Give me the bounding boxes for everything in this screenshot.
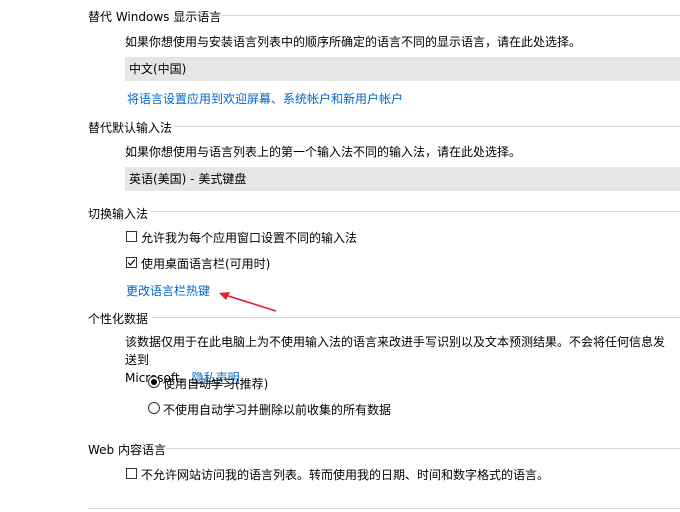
section-divider [166,448,680,449]
display-language-description: 如果你想使用与安装语言列表中的顺序所确定的语言不同的显示语言，请在此处选择。 [125,35,582,49]
annotation-arrow-icon [219,292,277,312]
block-website-language-label: 不允许网站访问我的语言列表。转而使用我的日期、时间和数字格式的语言。 [141,468,550,482]
section-divider [152,317,680,318]
default-input-dropdown[interactable]: 英语(美国) - 美式键盘 [125,167,680,191]
section-title-switch-input: 切换输入法 [88,207,149,221]
section-divider [218,15,680,16]
section-title-personalization: 个性化数据 [88,312,149,326]
apply-language-settings-link[interactable]: 将语言设置应用到欢迎屏幕、系统帐户和新用户帐户 [127,90,403,107]
desktop-language-bar-checkbox[interactable] [126,257,137,268]
change-language-bar-hotkeys-link[interactable]: 更改语言栏热键 [126,282,210,299]
default-input-selected: 英语(美国) - 美式键盘 [129,172,247,186]
per-app-input-label: 允许我为每个应用窗口设置不同的输入法 [141,231,358,245]
auto-learning-label: 使用自动学习(推荐) [163,377,269,391]
check-icon [127,259,136,266]
display-language-dropdown[interactable]: 中文(中国) [125,57,680,81]
section-title-display-language: 替代 Windows 显示语言 [88,10,222,24]
auto-learning-radio[interactable] [148,376,160,388]
no-auto-learning-radio[interactable] [148,402,160,414]
per-app-input-checkbox[interactable] [126,231,137,242]
section-divider [172,126,680,127]
bottom-divider [88,508,680,509]
display-language-selected: 中文(中国) [129,62,187,76]
desktop-language-bar-label: 使用桌面语言栏(可用时) [141,257,271,271]
section-title-default-input: 替代默认输入法 [88,121,173,135]
section-title-web-language: Web 内容语言 [88,443,166,457]
section-divider [150,211,680,212]
radio-selected-dot [151,379,157,385]
default-input-description: 如果你想使用与语言列表上的第一个输入法不同的输入法，请在此处选择。 [125,145,522,159]
block-website-language-checkbox[interactable] [126,468,137,479]
no-auto-learning-label: 不使用自动学习并删除以前收集的所有数据 [163,403,392,417]
